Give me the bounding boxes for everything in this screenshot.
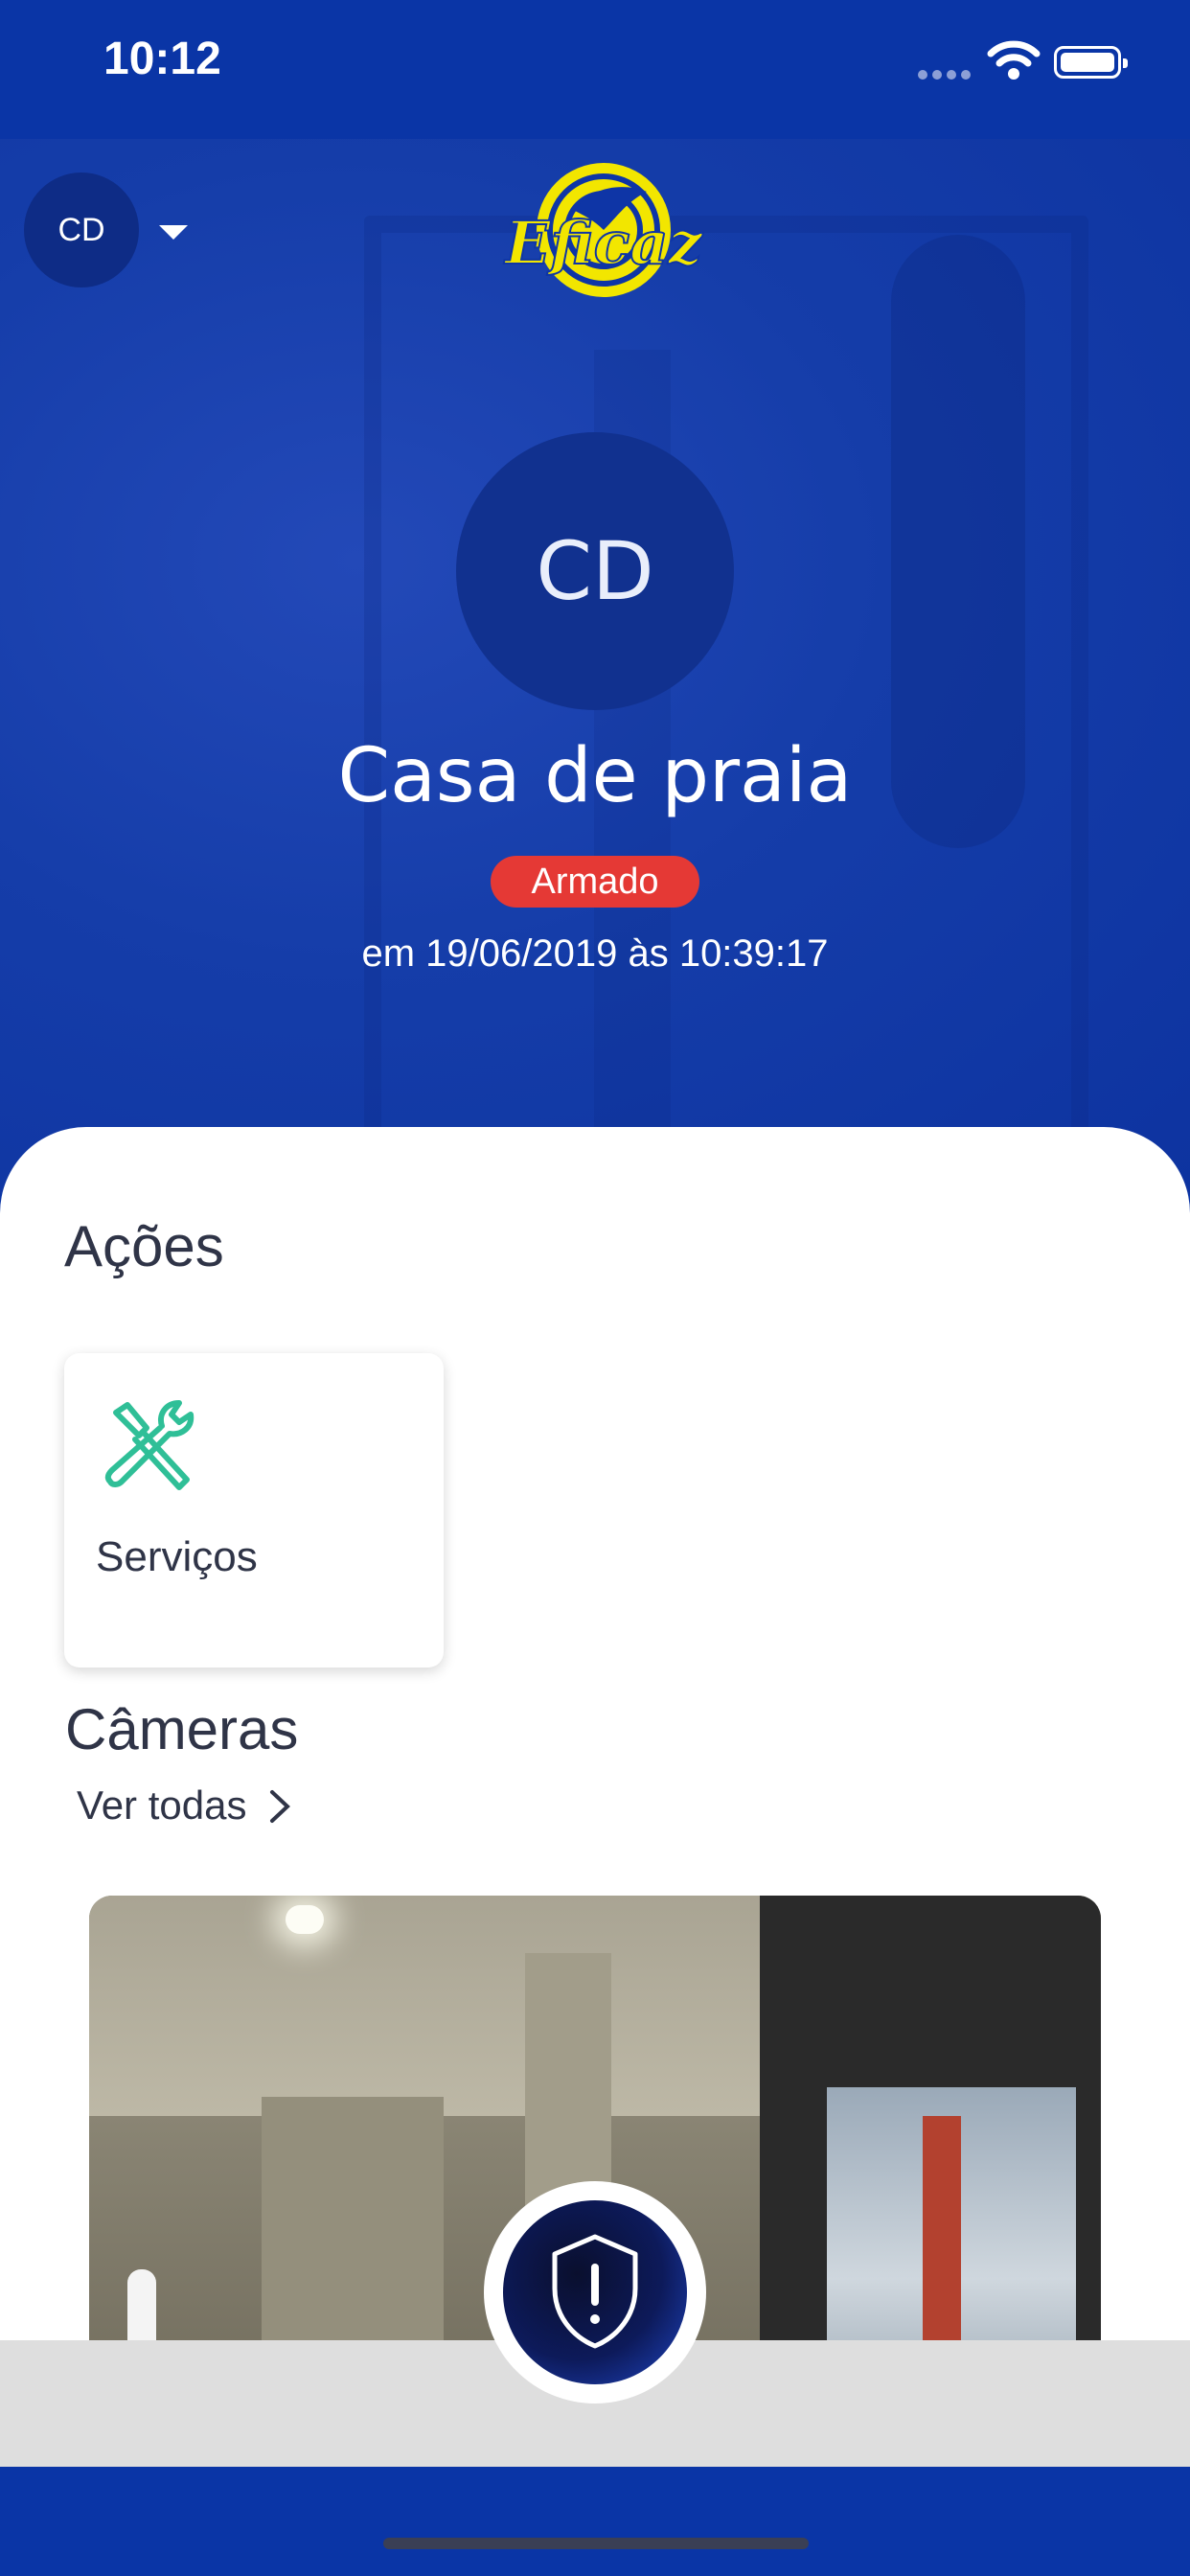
signal-icon [918,67,975,84]
status-date: em 19/06/2019 às 10:39:17 [361,932,829,975]
services-action-label: Serviços [96,1533,258,1580]
home-indicator [383,2538,809,2549]
site-name: Casa de praia [337,733,853,819]
home-strip [0,2467,1190,2576]
battery-icon [1054,46,1128,79]
cameras-title: Câmeras [65,1697,299,1761]
chevron-right-icon[interactable] [268,1788,291,1825]
wifi-icon [987,40,1041,80]
services-action-card[interactable]: Serviços [64,1353,444,1668]
tools-icon [104,1400,195,1490]
shield-alert-icon [552,2234,638,2349]
site-avatar: CD [456,432,734,710]
see-all-cameras-link[interactable]: Ver todas [77,1782,246,1828]
status-bar: 10:12 [0,0,1190,139]
chevron-down-icon[interactable] [159,225,188,240]
site-header: CD Eficaz CD Casa de praia Armado em 19/… [0,139,1190,1193]
site-switcher-avatar[interactable]: CD [24,172,139,288]
status-badge: Armado [491,856,699,908]
actions-title: Ações [64,1214,224,1278]
alarm-panic-button[interactable] [484,2181,706,2404]
eficaz-logo: Eficaz [502,163,705,297]
svg-text:Eficaz: Eficaz [503,208,703,278]
status-time: 10:12 [103,34,221,84]
